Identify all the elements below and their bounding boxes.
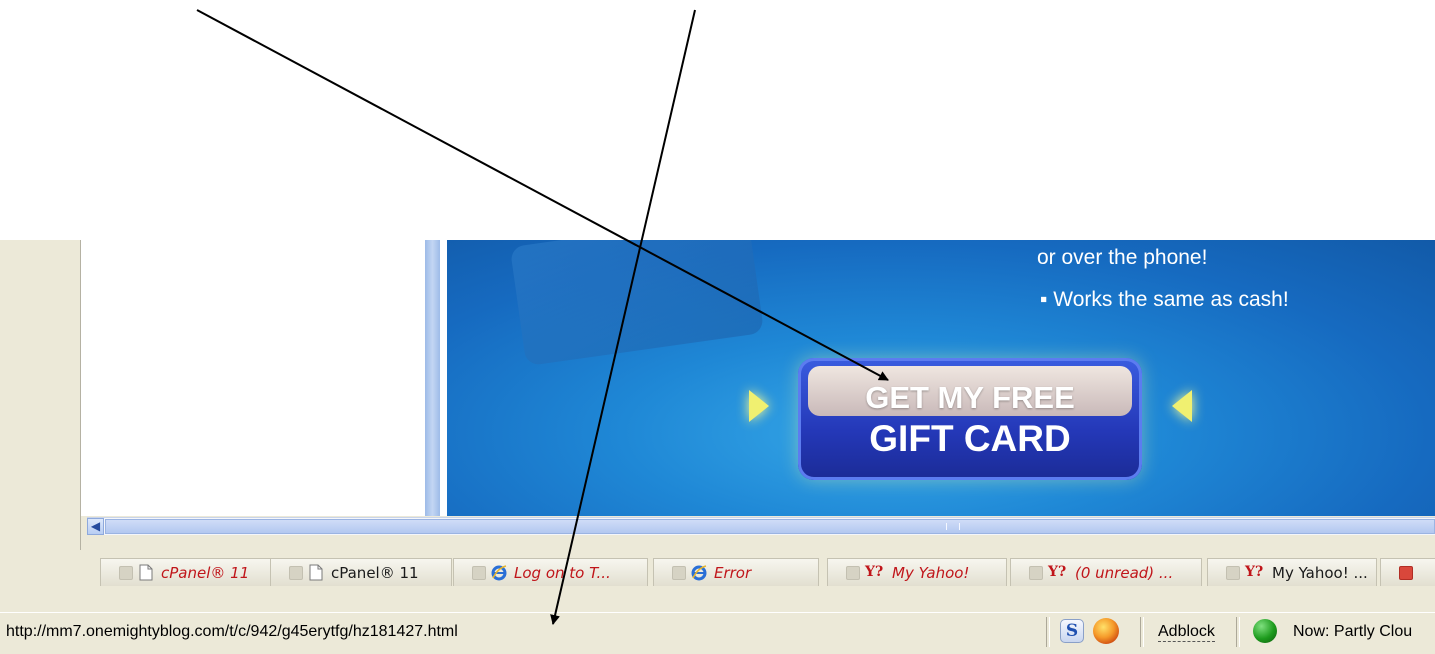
tab-label: cPanel® 11 <box>161 564 250 582</box>
status-separator <box>1236 617 1240 647</box>
tab-my-yahoo[interactable]: Y? My Yahoo! <box>827 558 1007 586</box>
tab-label: (0 unread) ... <box>1075 564 1174 582</box>
firefox-icon[interactable] <box>1093 618 1119 644</box>
scroll-left-button[interactable]: ◀ <box>87 518 104 535</box>
tab-label: cPanel® 11 <box>331 564 419 582</box>
close-tab-icon[interactable] <box>846 566 860 580</box>
tab-my-yahoo-2[interactable]: Y? My Yahoo! ... <box>1207 558 1377 586</box>
ad-text-phone: or over the phone! <box>1037 246 1208 269</box>
tab-yahoo-mail[interactable]: Y? (0 unread) ... <box>1010 558 1202 586</box>
yahoo-icon: Y? <box>1048 564 1067 580</box>
tab-log-on[interactable]: Log on to T... <box>453 558 648 586</box>
tab-label: My Yahoo! <box>892 564 970 582</box>
yahoo-icon: Y? <box>865 564 884 580</box>
scrollbar-thumb[interactable] <box>105 519 1435 534</box>
cta-label-line2: GIFT CARD <box>869 418 1071 459</box>
arrow-right-icon <box>749 390 769 422</box>
scrollbar-grip-icon <box>946 523 960 530</box>
ad-text-cash: ▪ Works the same as cash! <box>1040 288 1289 311</box>
tab-error[interactable]: Error <box>653 558 819 586</box>
horizontal-scrollbar[interactable]: ◀ <box>87 517 1435 535</box>
status-url: http://mm7.onemightyblog.com/t/c/942/g45… <box>6 623 458 640</box>
document-icon <box>309 564 323 581</box>
card-graphic <box>509 240 765 367</box>
close-tab-icon[interactable] <box>472 566 486 580</box>
close-tab-icon[interactable] <box>1399 566 1413 580</box>
close-tab-icon[interactable] <box>289 566 303 580</box>
tab-bar: cPanel® 11 cPanel® 11 Log on to T... Err… <box>87 558 1435 588</box>
ie-icon <box>691 565 707 581</box>
yahoo-icon: Y? <box>1245 564 1264 580</box>
skype-icon[interactable]: S <box>1060 619 1084 643</box>
weather-status-icon <box>1253 619 1277 643</box>
arrow-left-icon <box>1172 390 1192 422</box>
close-tab-icon[interactable] <box>119 566 133 580</box>
sidebar-frame <box>13 240 81 550</box>
tab-label: Error <box>714 564 752 582</box>
cta-label-line1: GET MY FREE <box>865 380 1075 415</box>
tab-cpanel-1[interactable]: cPanel® 11 <box>100 558 273 586</box>
status-bar: http://mm7.onemightyblog.com/t/c/942/g45… <box>0 612 1435 654</box>
tab-active[interactable] <box>1380 558 1435 586</box>
adblock-link[interactable]: Adblock <box>1158 623 1215 642</box>
status-separator <box>1046 617 1050 647</box>
status-separator <box>1140 617 1144 647</box>
document-icon <box>139 564 153 581</box>
page-column-divider <box>425 240 440 516</box>
get-free-gift-card-button[interactable]: GET MY FREE GIFT CARD <box>798 358 1142 480</box>
weather-text[interactable]: Now: Partly Clou <box>1293 623 1412 641</box>
tab-label: My Yahoo! ... <box>1272 564 1368 582</box>
tab-label: Log on to T... <box>514 564 611 582</box>
close-tab-icon[interactable] <box>1029 566 1043 580</box>
ie-icon <box>491 565 507 581</box>
browser-window: or over the phone! ▪ Works the same as c… <box>0 240 1435 654</box>
tab-cpanel-2[interactable]: cPanel® 11 <box>270 558 452 586</box>
close-tab-icon[interactable] <box>1226 566 1240 580</box>
close-tab-icon[interactable] <box>672 566 686 580</box>
gift-card-ad-banner[interactable]: or over the phone! ▪ Works the same as c… <box>447 240 1435 516</box>
